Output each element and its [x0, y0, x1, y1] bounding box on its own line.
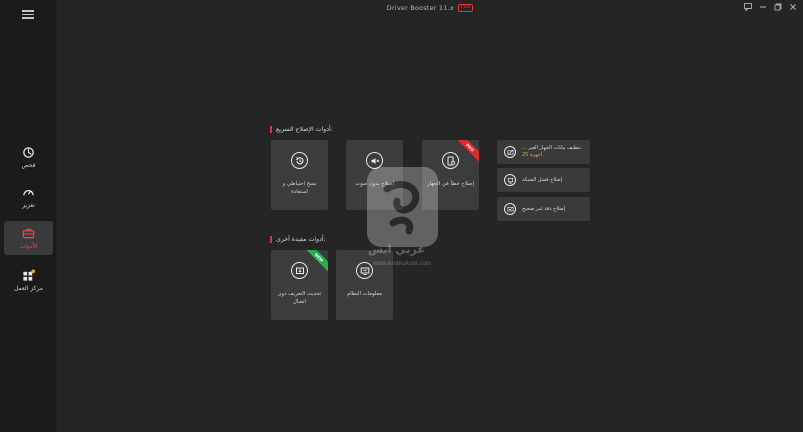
accent-bar: [270, 126, 272, 133]
sidebar-item-action-center[interactable]: مركز العمل: [4, 263, 53, 297]
mini-tool-label: إصلاح فشل الشبكة: [522, 176, 562, 183]
mute-icon: [366, 152, 383, 169]
card-label: نسخ احتياطي و استعادة: [282, 181, 317, 195]
pro-badge: PRO: [457, 4, 474, 12]
mini-tool-label: ... تنظيف بيانات الجهاز الغير: [522, 145, 581, 151]
sidebar-item-label: الأدوات: [19, 242, 38, 250]
scan-icon: [23, 146, 34, 158]
minimize-icon[interactable]: [759, 3, 767, 11]
toolbox-icon: [22, 228, 35, 238]
network-icon: [504, 174, 516, 186]
no-sound-fix-card[interactable]: إصلاح بدون صوت: [346, 140, 403, 210]
accent-bar: [270, 236, 272, 243]
feedback-icon[interactable]: [744, 3, 752, 11]
mini-tool-label: إصلاح دقة غير صحيح: [522, 205, 566, 212]
close-icon[interactable]: [789, 3, 797, 11]
action-center-icon: [23, 268, 35, 281]
app-title: Driver Booster 11.x: [386, 4, 454, 12]
window-controls: [744, 3, 797, 11]
sidebar-item-tools[interactable]: الأدوات: [4, 221, 53, 255]
clean-device-icon: [504, 146, 516, 158]
offline-driver-update-card[interactable]: تحديث التعريف دون اتصال NEW: [271, 250, 328, 320]
title-bar: Driver Booster 11.x PRO: [57, 0, 803, 16]
sidebar-item-label: فحص: [21, 161, 36, 169]
network-failure-fix-tool[interactable]: إصلاح فشل الشبكة: [497, 168, 590, 192]
card-label: إصلاح خطأ في الجهاز: [427, 181, 474, 187]
card-label: معلومات النظام: [347, 291, 382, 297]
device-error-icon: [442, 152, 459, 169]
resolution-fix-tool[interactable]: إصلاح دقة غير صحيح: [497, 197, 590, 221]
restore-icon: [291, 152, 308, 169]
section-title: أدوات الإصلاح السريع:: [276, 126, 333, 133]
sidebar-item-boost[interactable]: تعزيز: [4, 180, 53, 214]
quick-fix-heading: أدوات الإصلاح السريع:: [270, 126, 333, 133]
sidebar-item-label: تعزيز: [22, 201, 35, 209]
section-title: أدوات مفيدة أخرى:: [276, 236, 326, 243]
offline-update-icon: [291, 262, 308, 279]
sidebar-item-label: مركز العمل: [13, 284, 43, 292]
sidebar-item-scan[interactable]: فحص: [4, 140, 53, 174]
clean-device-data-tool[interactable]: ... تنظيف بيانات الجهاز الغير أجهزة 25: [497, 140, 590, 164]
backup-restore-card[interactable]: نسخ احتياطي و استعادة: [271, 140, 328, 210]
watermark-text: عربي ايس: [368, 243, 425, 256]
card-label: إصلاح بدون صوت: [355, 181, 394, 187]
driver-booster-window: فحص تعزيز الأدوات مركز العمل Driver Boos…: [0, 0, 803, 432]
boost-icon: [23, 189, 34, 195]
system-info-card[interactable]: معلومات النظام: [336, 250, 393, 320]
sidebar: فحص تعزيز الأدوات مركز العمل: [0, 0, 57, 432]
device-error-fix-card[interactable]: إصلاح خطأ في الجهاز PRO: [422, 140, 479, 210]
resolution-icon: [504, 203, 516, 215]
device-count: أجهزة 25: [522, 152, 543, 158]
card-label: تحديث التعريف دون اتصال: [277, 291, 322, 305]
restore-icon[interactable]: [774, 3, 782, 11]
menu-icon[interactable]: [22, 10, 34, 19]
system-info-icon: [356, 262, 373, 279]
other-tools-heading: أدوات مفيدة أخرى:: [270, 236, 326, 243]
mini-tool-text: ... تنظيف بيانات الجهاز الغير أجهزة 25: [522, 145, 581, 159]
